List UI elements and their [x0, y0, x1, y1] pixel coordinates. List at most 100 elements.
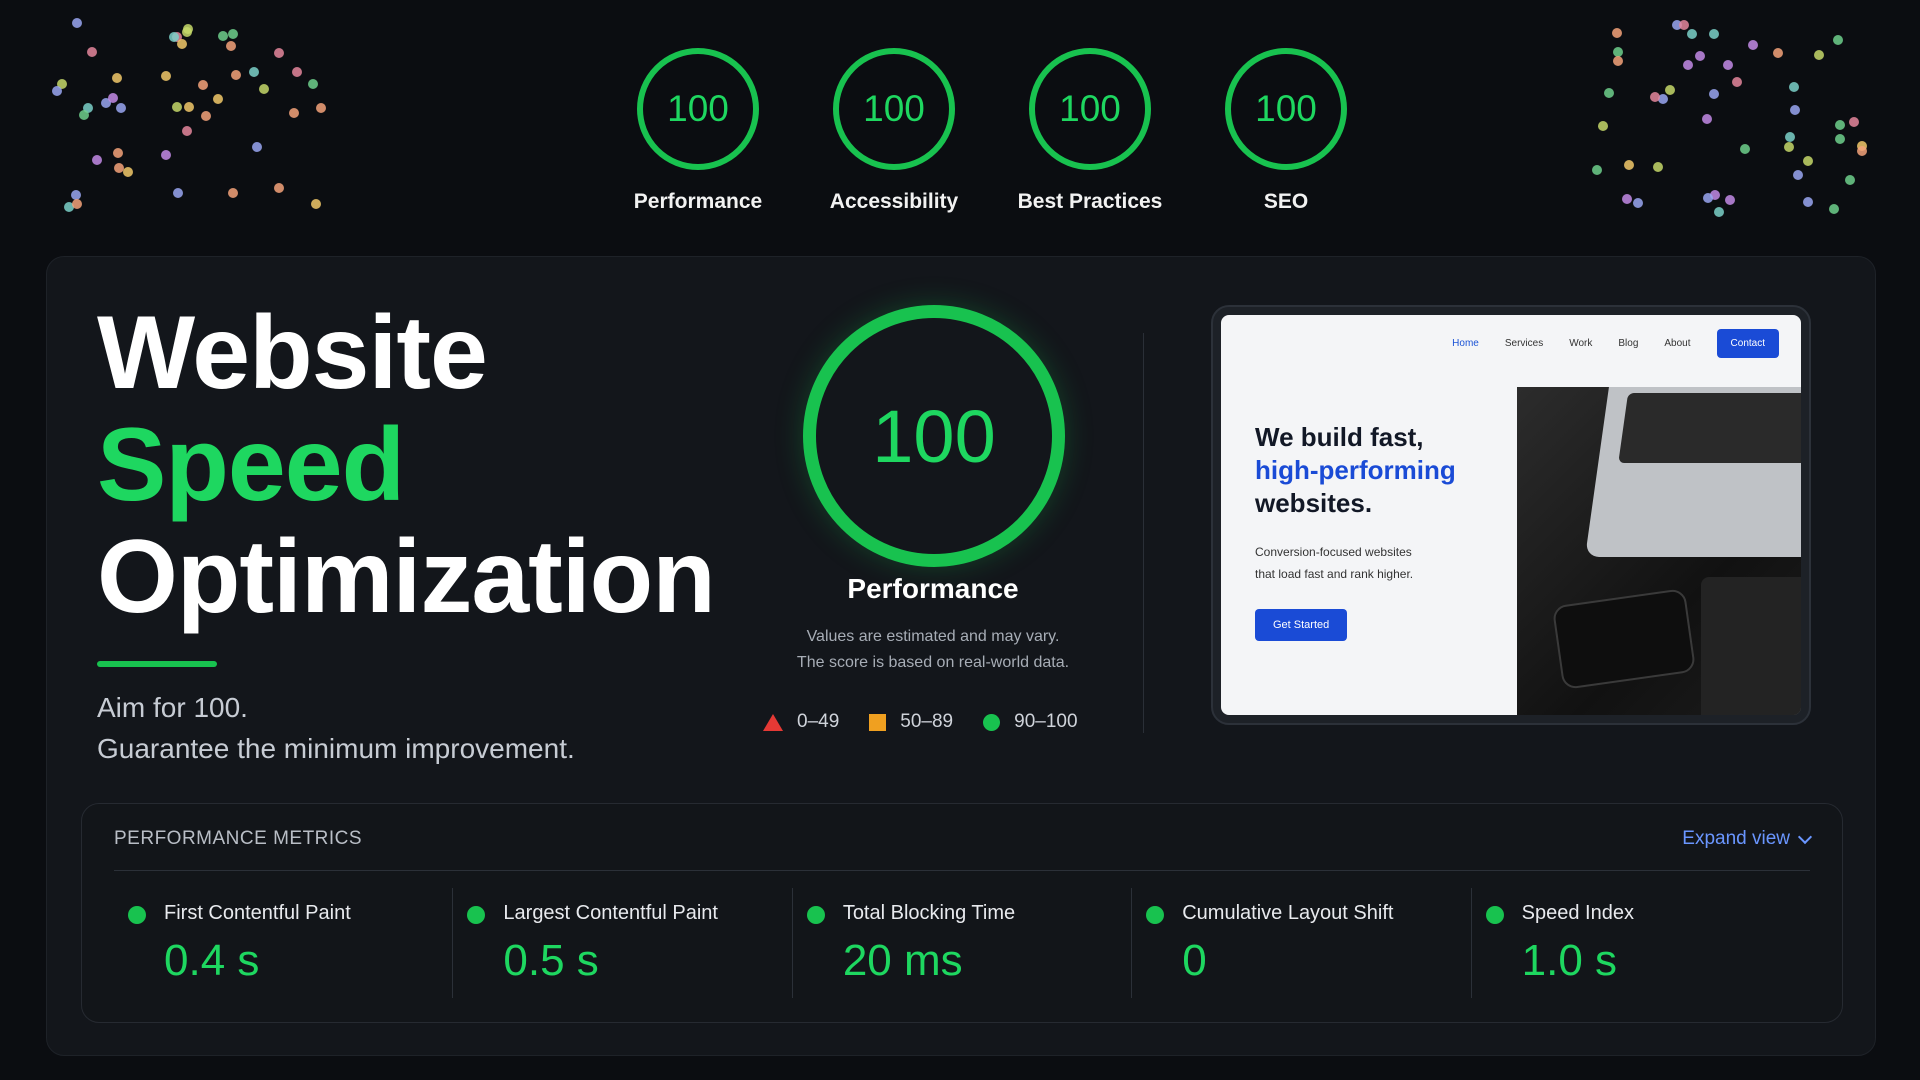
score-ring: 100 [1029, 48, 1151, 170]
confetti-dot [226, 41, 236, 51]
confetti-dot [213, 94, 223, 104]
confetti-dot [1732, 77, 1742, 87]
metric-value: 0.4 s [164, 936, 260, 985]
confetti-dot [1683, 60, 1693, 70]
score-ring: 100 [1225, 48, 1347, 170]
score-performance[interactable]: 100 Performance [600, 48, 796, 214]
mockup-contact-button[interactable]: Contact [1716, 329, 1779, 358]
legend-label: 90–100 [1014, 711, 1078, 732]
title-line-website: Website [97, 295, 488, 411]
confetti-dot [311, 199, 321, 209]
metric-name: First Contentful Paint [164, 902, 351, 924]
mockup-nav-about[interactable]: About [1664, 338, 1690, 349]
confetti-dot [218, 31, 228, 41]
confetti-dot [92, 155, 102, 165]
mockup-nav-services[interactable]: Services [1505, 338, 1543, 349]
confetti-dot [1785, 132, 1795, 142]
confetti-dot [289, 108, 299, 118]
score-accessibility[interactable]: 100 Accessibility [796, 48, 992, 214]
performance-gauge: 100 [803, 305, 1065, 567]
confetti-dot [1709, 29, 1719, 39]
score-label: Performance [633, 190, 763, 213]
confetti-right [1590, 14, 1880, 224]
title-line-speed: Speed [97, 407, 405, 523]
pass-dot-icon [806, 906, 825, 924]
metric-name: Total Blocking Time [842, 902, 1016, 924]
metric-value: 0 [1182, 936, 1207, 985]
metric-name: Speed Index [1521, 902, 1634, 924]
vertical-divider [1143, 333, 1144, 733]
confetti-dot [1833, 35, 1843, 45]
confetti-left [50, 14, 340, 224]
top-scores: 100 Performance 100 Accessibility 100 Be… [600, 48, 1384, 214]
score-ring: 100 [637, 48, 759, 170]
score-ring: 100 [833, 48, 955, 170]
score-label: Best Practices [1017, 190, 1163, 213]
square-icon [869, 713, 887, 731]
confetti-dot [252, 142, 262, 152]
mockup-nav-work[interactable]: Work [1569, 338, 1592, 349]
phone-image [1551, 588, 1697, 690]
confetti-dot [52, 86, 62, 96]
score-label: Accessibility [829, 190, 959, 213]
legend-label: 50–89 [900, 711, 954, 732]
metric-tbt: Total Blocking Time 20 ms [791, 888, 1131, 998]
confetti-dot [201, 111, 211, 121]
metrics-row: First Contentful Paint 0.4 s Largest Con… [114, 888, 1810, 998]
subtitle: Aim for 100. Guarantee the minimum impro… [97, 687, 575, 769]
subtitle-line-2: Guarantee the minimum improvement. [97, 733, 575, 764]
laptop-image [1585, 387, 1801, 557]
mockup-nav-blog[interactable]: Blog [1618, 338, 1638, 349]
mockup-heading-line-1: We build fast, [1255, 422, 1424, 452]
gauge-label: Performance [847, 573, 1019, 604]
confetti-dot [1784, 142, 1794, 152]
legend-average: 50–89 [869, 711, 953, 733]
confetti-dot [228, 188, 238, 198]
accent-underline [97, 661, 217, 667]
confetti-dot [1592, 165, 1602, 175]
mockup-heading-line-2: high-performing [1255, 455, 1456, 485]
confetti-dot [1849, 117, 1859, 127]
confetti-dot [1709, 89, 1719, 99]
confetti-dot [1829, 204, 1839, 214]
mockup-nav-home[interactable]: Home [1452, 338, 1479, 349]
confetti-dot [1687, 29, 1697, 39]
metrics-divider [114, 870, 1810, 871]
confetti-dot [1793, 170, 1803, 180]
confetti-dot [1702, 114, 1712, 124]
confetti-dot [182, 27, 192, 37]
gauge-note: Values are estimated and may vary. The s… [773, 624, 1093, 676]
score-best-practices[interactable]: 100 Best Practices [992, 48, 1188, 214]
mockup-get-started-button[interactable]: Get Started [1255, 609, 1348, 641]
metric-name: Largest Contentful Paint [503, 902, 718, 924]
notebook-image [1701, 577, 1801, 715]
confetti-dot [231, 70, 241, 80]
confetti-dot [1748, 40, 1758, 50]
confetti-dot [1653, 162, 1663, 172]
metric-fcp: First Contentful Paint 0.4 s [114, 888, 452, 998]
confetti-dot [1835, 134, 1845, 144]
metric-value: 20 ms [842, 936, 963, 985]
confetti-dot [1622, 194, 1632, 204]
main-card: Website Speed Optimization Aim for 100. … [46, 256, 1876, 1056]
confetti-dot [1703, 193, 1713, 203]
legend-pass: 90–100 [983, 711, 1078, 733]
confetti-dot [1650, 92, 1660, 102]
score-legend: 0–49 50–89 90–100 [763, 711, 1078, 733]
gauge-note-line-2: The score is based on real-world data. [796, 654, 1070, 671]
mockup-paragraph-line-1: Conversion-focused websites [1255, 545, 1412, 559]
subtitle-line-1: Aim for 100. [97, 692, 248, 723]
mockup-paragraph-line-2: that load fast and rank higher. [1255, 567, 1414, 581]
confetti-dot [79, 110, 89, 120]
expand-view-button[interactable]: Expand view [1682, 828, 1813, 850]
score-seo[interactable]: 100 SEO [1188, 48, 1384, 214]
confetti-dot [1773, 48, 1783, 58]
pass-dot-icon [128, 906, 146, 924]
mockup-nav: Home Services Work Blog About Contact [1452, 329, 1779, 358]
legend-label: 0–49 [797, 711, 840, 732]
confetti-dot [108, 93, 118, 103]
mockup-heading: We build fast, high-performing websites. [1255, 421, 1456, 520]
confetti-dot [184, 102, 194, 112]
confetti-dot [274, 48, 284, 58]
expand-view-label: Expand view [1682, 828, 1790, 849]
